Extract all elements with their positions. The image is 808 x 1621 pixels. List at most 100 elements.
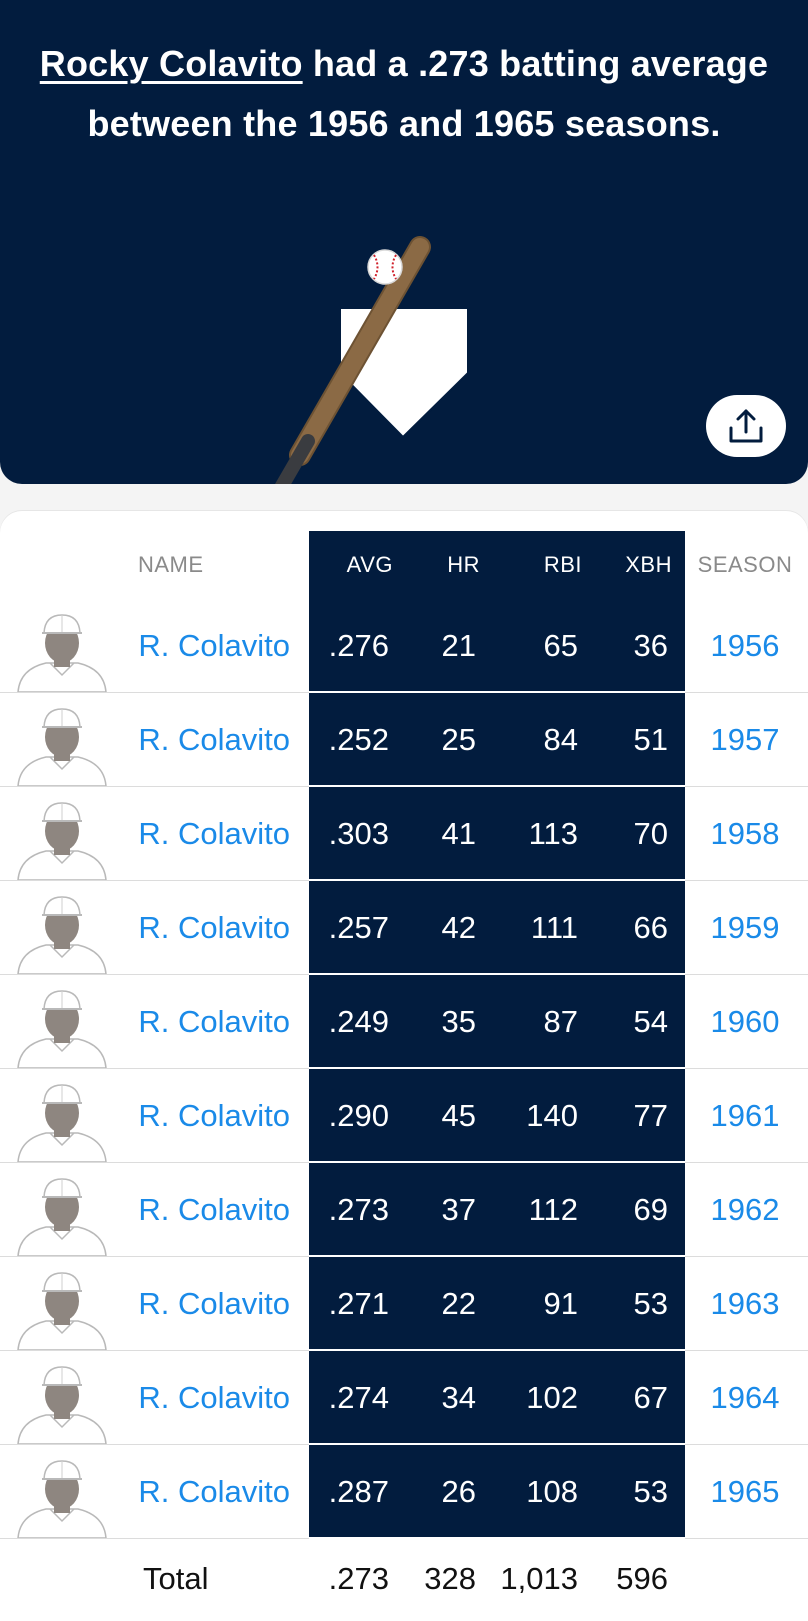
share-upload-icon	[729, 409, 763, 443]
cell-hr: 45	[441, 1098, 476, 1133]
cell-rbi: 108	[526, 1474, 578, 1509]
cell-avg: .303	[328, 816, 389, 851]
cell-avg: .271	[328, 1286, 389, 1321]
cell-avg: .287	[328, 1474, 389, 1509]
share-button[interactable]	[706, 395, 786, 457]
header-xbh: XBH	[625, 552, 672, 577]
total-xbh: 596	[616, 1561, 668, 1596]
cell-avg: .274	[328, 1380, 389, 1415]
total-label: Total	[143, 1561, 209, 1596]
player-avatar-icon	[16, 609, 108, 693]
headline: Rocky Colavito had a .273 batting averag…	[20, 34, 788, 154]
cell-avg: .276	[328, 628, 389, 663]
table-row: R. Colavito .271 22 91 53 1963	[0, 1257, 808, 1351]
player-avatar-icon	[16, 797, 108, 881]
table-row: R. Colavito .290 45 140 77 1961	[0, 1069, 808, 1163]
cell-xbh: 66	[633, 910, 668, 945]
cell-xbh: 53	[633, 1474, 668, 1509]
player-name-link[interactable]: R. Colavito	[130, 599, 290, 692]
cell-avg: .273	[328, 1192, 389, 1227]
player-name-link[interactable]: R. Colavito	[130, 1163, 290, 1256]
player-name-link[interactable]: R. Colavito	[130, 1257, 290, 1350]
table-row: R. Colavito .276 21 65 36 1956	[0, 599, 808, 693]
season-link[interactable]: 1961	[688, 1069, 802, 1162]
table-row: R. Colavito .287 26 108 53 1965	[0, 1445, 808, 1539]
total-row: Total .273 328 1,013 596	[0, 1537, 808, 1621]
season-link[interactable]: 1963	[688, 1257, 802, 1350]
cell-rbi: 65	[543, 628, 578, 663]
total-avg: .273	[328, 1561, 389, 1596]
table-header: NAME AVG HR RBI XBH SEASON	[0, 531, 808, 599]
cell-avg: .290	[328, 1098, 389, 1133]
season-link[interactable]: 1959	[688, 881, 802, 974]
cell-rbi: 87	[543, 1004, 578, 1039]
cell-avg: .249	[328, 1004, 389, 1039]
player-name-link[interactable]: R. Colavito	[130, 881, 290, 974]
player-avatar-icon	[16, 1267, 108, 1351]
player-name-link[interactable]: R. Colavito	[130, 1351, 290, 1444]
header-rbi: RBI	[543, 552, 582, 577]
cell-xbh: 77	[633, 1098, 668, 1133]
season-link[interactable]: 1957	[688, 693, 802, 786]
cell-rbi: 91	[543, 1286, 578, 1321]
cell-rbi: 84	[543, 722, 578, 757]
total-rbi: 1,013	[500, 1561, 578, 1596]
table-row: R. Colavito .273 37 112 69 1962	[0, 1163, 808, 1257]
season-link[interactable]: 1958	[688, 787, 802, 880]
header-season: SEASON	[697, 552, 793, 577]
total-hr: 328	[424, 1561, 476, 1596]
season-link[interactable]: 1962	[688, 1163, 802, 1256]
cell-xbh: 36	[633, 628, 668, 663]
stats-table-card: NAME AVG HR RBI XBH SEASON R. Colavito .2…	[0, 511, 808, 1621]
cell-hr: 22	[441, 1286, 476, 1321]
cell-hr: 42	[441, 910, 476, 945]
player-name-link[interactable]: Rocky Colavito	[40, 43, 303, 84]
season-link[interactable]: 1964	[688, 1351, 802, 1444]
cell-avg: .252	[328, 722, 389, 757]
table-body: R. Colavito .276 21 65 36 1956 R. Colavito .252…	[0, 599, 808, 1539]
table-row: R. Colavito .249 35 87 54 1960	[0, 975, 808, 1069]
header-hr: HR	[447, 552, 480, 577]
cell-hr: 41	[441, 816, 476, 851]
cell-rbi: 102	[526, 1380, 578, 1415]
table-row: R. Colavito .274 34 102 67 1964	[0, 1351, 808, 1445]
player-avatar-icon	[16, 985, 108, 1069]
cell-hr: 34	[441, 1380, 476, 1415]
player-name-link[interactable]: R. Colavito	[130, 1069, 290, 1162]
cell-hr: 25	[441, 722, 476, 757]
cell-hr: 21	[441, 628, 476, 663]
cell-xbh: 54	[633, 1004, 668, 1039]
table-row: R. Colavito .303 41 113 70 1958	[0, 787, 808, 881]
player-name-link[interactable]: R. Colavito	[130, 975, 290, 1068]
cell-rbi: 112	[528, 1192, 578, 1227]
player-avatar-icon	[16, 1173, 108, 1257]
cell-avg: .257	[328, 910, 389, 945]
cell-xbh: 69	[633, 1192, 668, 1227]
header-avg: AVG	[346, 552, 393, 577]
cell-hr: 37	[441, 1192, 476, 1227]
player-avatar-icon	[16, 703, 108, 787]
player-name-link[interactable]: R. Colavito	[130, 1445, 290, 1538]
player-avatar-icon	[16, 1079, 108, 1163]
cell-rbi: 111	[530, 910, 578, 945]
player-avatar-icon	[16, 1455, 108, 1539]
cell-xbh: 53	[633, 1286, 668, 1321]
home-plate-bat-ball-icon	[275, 236, 469, 484]
season-link[interactable]: 1965	[688, 1445, 802, 1538]
cell-xbh: 70	[633, 816, 668, 851]
cell-rbi: 140	[526, 1098, 578, 1133]
cell-rbi: 113	[528, 816, 578, 851]
player-avatar-icon	[16, 891, 108, 975]
header-name: NAME	[138, 552, 204, 577]
season-link[interactable]: 1960	[688, 975, 802, 1068]
player-name-link[interactable]: R. Colavito	[130, 693, 290, 786]
cell-xbh: 67	[633, 1380, 668, 1415]
cell-hr: 26	[441, 1474, 476, 1509]
table-row: R. Colavito .252 25 84 51 1957	[0, 693, 808, 787]
season-link[interactable]: 1956	[688, 599, 802, 692]
cell-xbh: 51	[633, 722, 668, 757]
cell-hr: 35	[441, 1004, 476, 1039]
player-name-link[interactable]: R. Colavito	[130, 787, 290, 880]
player-avatar-icon	[16, 1361, 108, 1445]
hero-banner: Rocky Colavito had a .273 batting averag…	[0, 0, 808, 484]
